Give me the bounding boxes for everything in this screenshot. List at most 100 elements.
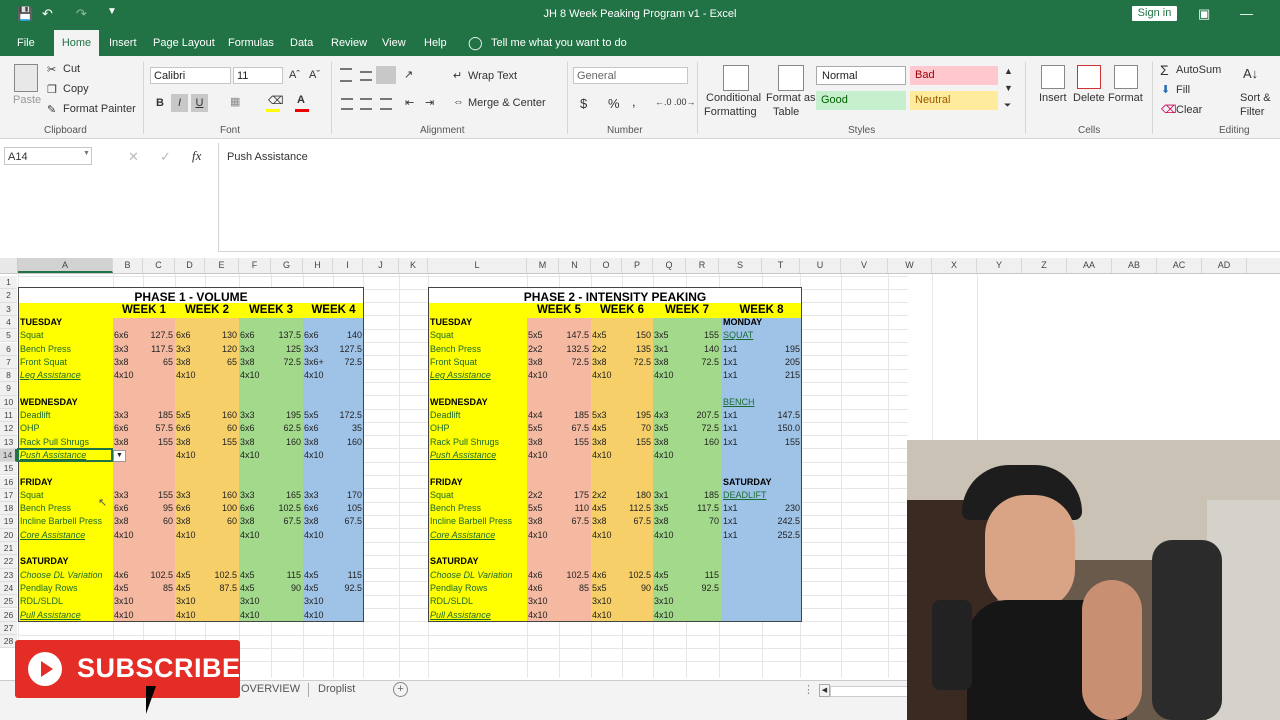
- insert-cells-button[interactable]: Insert: [1039, 92, 1067, 104]
- insert-function-button[interactable]: fx: [192, 148, 201, 164]
- minimize-icon[interactable]: —: [1240, 6, 1253, 21]
- fill-icon[interactable]: ⬇: [1161, 83, 1170, 96]
- row-header-19[interactable]: 19: [0, 515, 17, 529]
- cancel-icon[interactable]: ✕: [128, 149, 139, 165]
- row-header-1[interactable]: 1: [0, 276, 17, 290]
- row-header-25[interactable]: 25: [0, 595, 17, 609]
- menu-page-layout[interactable]: Page Layout: [153, 37, 215, 49]
- borders-icon[interactable]: ▦: [230, 95, 240, 108]
- column-header-e[interactable]: E: [205, 258, 239, 273]
- column-header-w[interactable]: W: [888, 258, 932, 273]
- row-header-15[interactable]: 15: [0, 462, 17, 476]
- comma-button[interactable]: ,: [632, 94, 636, 109]
- menu-home[interactable]: Home: [54, 30, 99, 56]
- grow-font-icon[interactable]: Aˆ: [289, 69, 300, 81]
- style-good[interactable]: Good: [816, 91, 906, 110]
- row-header-6[interactable]: 6: [0, 342, 17, 356]
- sort-button[interactable]: Sort &: [1240, 92, 1271, 104]
- formula-input[interactable]: [218, 143, 1280, 252]
- subscribe-button[interactable]: SUBSCRIBE: [15, 640, 240, 698]
- paste-button[interactable]: Paste: [13, 94, 41, 106]
- style-neutral[interactable]: Neutral: [910, 91, 998, 110]
- add-sheet-icon[interactable]: +: [393, 682, 408, 697]
- decrease-decimal-icon[interactable]: .00→: [674, 97, 696, 107]
- format-painter-button[interactable]: Format Painter: [63, 103, 136, 115]
- column-header-t[interactable]: T: [762, 258, 800, 273]
- row-header-20[interactable]: 20: [0, 528, 17, 542]
- wrap-text-icon[interactable]: ↵: [453, 69, 462, 82]
- menu-data[interactable]: Data: [290, 37, 313, 49]
- name-box-dropdown-icon[interactable]: ▼: [83, 150, 90, 157]
- menu-help[interactable]: Help: [424, 37, 447, 49]
- row-header-10[interactable]: 10: [0, 395, 17, 409]
- column-header-v[interactable]: V: [841, 258, 888, 273]
- row-header-2[interactable]: 2: [0, 289, 17, 303]
- row-header-9[interactable]: 9: [0, 382, 17, 396]
- tell-me-search[interactable]: Tell me what you want to do: [491, 37, 627, 49]
- middle-align-icon[interactable]: [360, 71, 372, 81]
- column-header-ab[interactable]: AB: [1112, 258, 1157, 273]
- increase-indent-icon[interactable]: ⇥: [425, 96, 434, 109]
- conditional-formatting-icon[interactable]: [723, 65, 749, 91]
- column-header-s[interactable]: S: [719, 258, 762, 273]
- row-header-21[interactable]: 21: [0, 542, 17, 556]
- clear-button[interactable]: Clear: [1176, 104, 1202, 116]
- column-header-b[interactable]: B: [113, 258, 143, 273]
- copy-icon[interactable]: ❐: [47, 83, 57, 96]
- filter-button[interactable]: Filter: [1240, 106, 1264, 118]
- column-header-ac[interactable]: AC: [1157, 258, 1202, 273]
- row-header-3[interactable]: 3: [0, 302, 17, 316]
- paste-icon[interactable]: [14, 64, 38, 92]
- style-bad[interactable]: Bad: [910, 66, 998, 85]
- ribbon-display-icon[interactable]: ▣: [1198, 6, 1210, 22]
- row-header-11[interactable]: 11: [0, 409, 17, 423]
- align-right-icon[interactable]: [380, 98, 392, 110]
- merge-icon[interactable]: ⇔: [453, 96, 464, 108]
- fill-button[interactable]: Fill: [1176, 84, 1190, 96]
- menu-formulas[interactable]: Formulas: [228, 37, 274, 49]
- row-header-26[interactable]: 26: [0, 608, 17, 622]
- column-header-u[interactable]: U: [800, 258, 841, 273]
- delete-cells-button[interactable]: Delete: [1073, 92, 1105, 104]
- percent-button[interactable]: %: [608, 96, 620, 111]
- increase-decimal-icon[interactable]: ←.0: [655, 97, 672, 107]
- menu-insert[interactable]: Insert: [109, 37, 137, 49]
- conditional-formatting-label[interactable]: Conditional: [706, 92, 761, 104]
- sheet-tab-droplist[interactable]: Droplist: [318, 683, 355, 695]
- column-header-q[interactable]: Q: [653, 258, 686, 273]
- eraser-icon[interactable]: ⌫: [1161, 103, 1177, 116]
- column-header-k[interactable]: K: [399, 258, 428, 273]
- merge-center-button[interactable]: Merge & Center: [468, 97, 546, 109]
- style-normal[interactable]: Normal: [816, 66, 906, 85]
- autosum-button[interactable]: AutoSum: [1176, 64, 1221, 76]
- styles-more-icon[interactable]: ⏷: [1004, 100, 1011, 111]
- dropdown-arrow-icon[interactable]: ▼: [113, 449, 126, 462]
- column-header-aa[interactable]: AA: [1067, 258, 1112, 273]
- scroll-left-icon[interactable]: ◀: [819, 684, 830, 697]
- column-header-h[interactable]: H: [303, 258, 333, 273]
- column-header-c[interactable]: C: [143, 258, 175, 273]
- font-name-select[interactable]: Calibri: [150, 67, 231, 84]
- sign-in-button[interactable]: Sign in: [1132, 6, 1177, 21]
- format-cells-icon[interactable]: [1114, 65, 1138, 89]
- tab-split-handle-icon[interactable]: ⋮: [803, 683, 814, 696]
- select-all-corner[interactable]: [0, 258, 18, 273]
- format-cells-button[interactable]: Format: [1108, 92, 1143, 104]
- column-header-f[interactable]: F: [239, 258, 271, 273]
- table-label[interactable]: Table: [773, 106, 799, 118]
- column-header-m[interactable]: M: [527, 258, 559, 273]
- row-header-27[interactable]: 27: [0, 621, 17, 636]
- row-header-13[interactable]: 13: [0, 435, 17, 449]
- sheet-tab-overview[interactable]: OVERVIEW: [241, 683, 300, 695]
- row-header-22[interactable]: 22: [0, 555, 17, 569]
- sort-filter-icon[interactable]: A↓: [1243, 66, 1258, 81]
- menu-file[interactable]: File: [17, 37, 35, 49]
- row-header-7[interactable]: 7: [0, 355, 17, 370]
- column-header-x[interactable]: X: [932, 258, 977, 273]
- insert-cells-icon[interactable]: [1041, 65, 1065, 89]
- column-header-ad[interactable]: AD: [1202, 258, 1247, 273]
- column-header-j[interactable]: J: [363, 258, 399, 273]
- column-header-z[interactable]: Z: [1022, 258, 1067, 273]
- column-header-l[interactable]: L: [428, 258, 527, 273]
- scissors-icon[interactable]: ✂: [47, 63, 56, 76]
